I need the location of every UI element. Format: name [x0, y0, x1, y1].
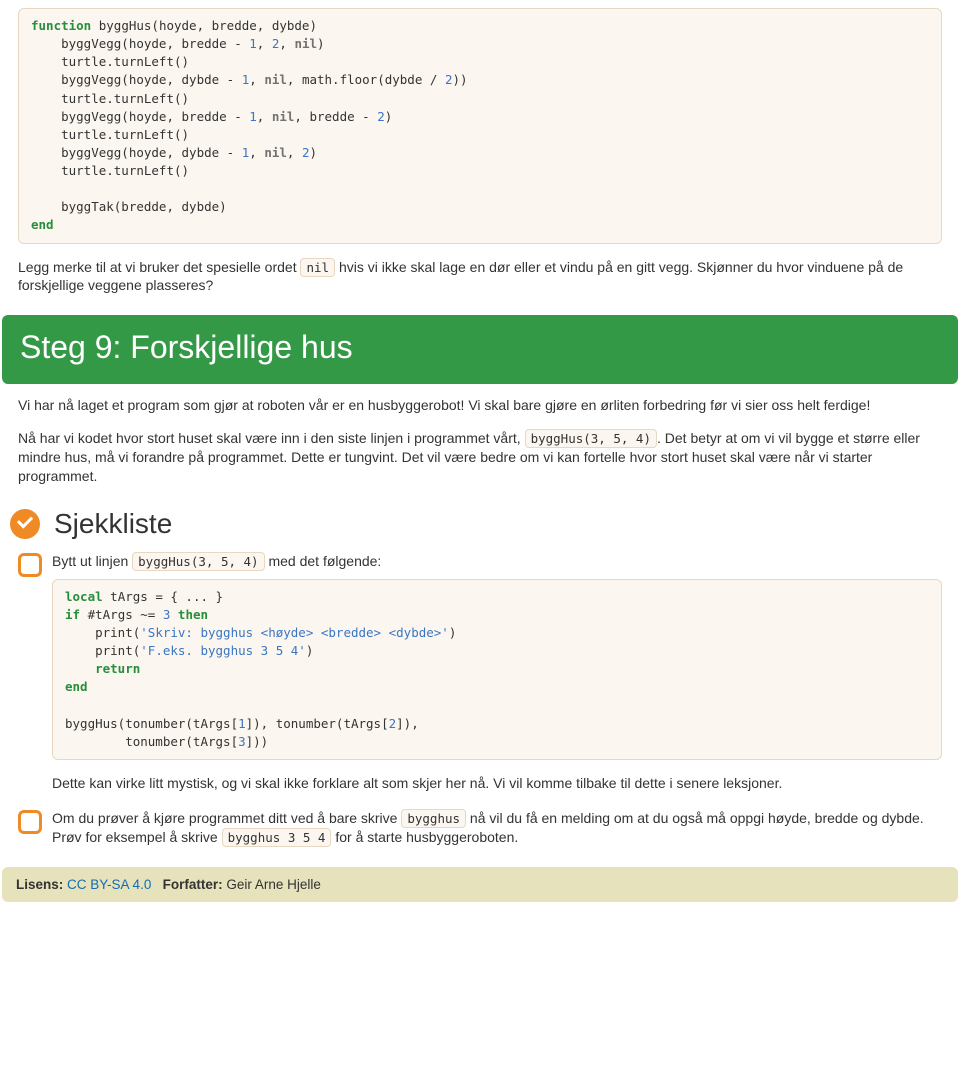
- paragraph-note-nil: Legg merke til at vi bruker det spesiell…: [18, 258, 942, 296]
- checklist-heading: Sjekkliste: [10, 508, 950, 540]
- paragraph-intro: Vi har nå laget et program som gjør at r…: [18, 396, 942, 415]
- code-block-bygghus: function byggHus(hoyde, bredde, dybde) b…: [18, 8, 942, 244]
- text: Om du prøver å kjøre programmet ditt ved…: [52, 810, 401, 826]
- inline-code-bygghus-354: byggHus(3, 5, 4): [525, 429, 657, 448]
- checklist-title: Sjekkliste: [54, 508, 172, 540]
- text: med det følgende:: [265, 553, 382, 569]
- checklist: Bytt ut linjen byggHus(3, 5, 4) med det …: [18, 552, 942, 847]
- step-9-heading: Steg 9: Forskjellige hus: [2, 315, 958, 384]
- check-circle-icon: [10, 509, 40, 539]
- license-link[interactable]: CC BY-SA 4.0: [67, 877, 151, 892]
- inline-code-bygghus-354-c: bygghus 3 5 4: [222, 828, 332, 847]
- footer: Lisens: CC BY-SA 4.0 Forfatter: Geir Arn…: [2, 867, 958, 902]
- checklist-item-2[interactable]: Om du prøver å kjøre programmet ditt ved…: [18, 809, 942, 847]
- inline-code-nil: nil: [300, 258, 335, 277]
- author-label: Forfatter:: [163, 877, 223, 892]
- inline-code-bygghus-354-b: byggHus(3, 5, 4): [132, 552, 264, 571]
- paragraph-mystisk: Dette kan virke litt mystisk, og vi skal…: [52, 774, 942, 793]
- paragraph-explain: Nå har vi kodet hvor stort huset skal væ…: [18, 429, 942, 486]
- code-block-targs: local tArgs = { ... } if #tArgs ~= 3 the…: [52, 579, 942, 760]
- license-label: Lisens:: [16, 877, 63, 892]
- text: for å starte husbyggeroboten.: [331, 829, 518, 845]
- inline-code-bygghus: bygghus: [401, 809, 466, 828]
- author-name: Geir Arne Hjelle: [226, 877, 321, 892]
- checklist-item-1[interactable]: Bytt ut linjen byggHus(3, 5, 4) med det …: [18, 552, 942, 793]
- text: Nå har vi kodet hvor stort huset skal væ…: [18, 430, 525, 446]
- text: Legg merke til at vi bruker det spesiell…: [18, 259, 300, 275]
- text: Bytt ut linjen: [52, 553, 132, 569]
